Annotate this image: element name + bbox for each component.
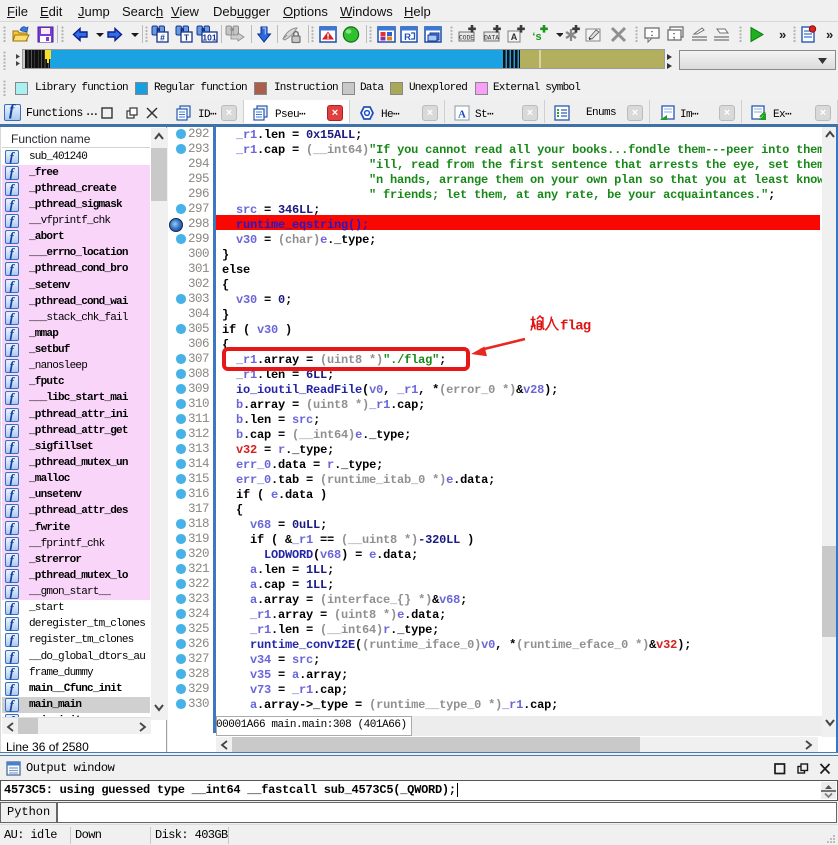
svg-text:flag: flag bbox=[560, 319, 591, 334]
svg-text:CODE: CODE bbox=[459, 35, 474, 42]
svg-text:»: » bbox=[779, 27, 786, 42]
svg-text:#: # bbox=[160, 33, 165, 43]
svg-text:‘s: ‘s bbox=[532, 31, 541, 43]
svg-text:T: T bbox=[184, 33, 190, 43]
svg-text:;: ; bbox=[673, 30, 676, 40]
svg-text:A: A bbox=[458, 109, 466, 121]
svg-text:R: R bbox=[404, 32, 411, 43]
svg-text:A: A bbox=[511, 32, 518, 42]
svg-text::: : bbox=[651, 28, 654, 38]
svg-text:DATA: DATA bbox=[484, 35, 499, 42]
svg-text:»: » bbox=[826, 27, 833, 42]
svg-text:101: 101 bbox=[202, 33, 216, 43]
